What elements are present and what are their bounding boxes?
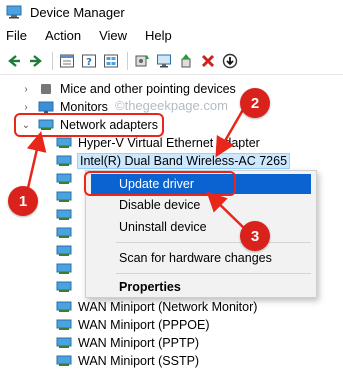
menu-bar: File Action View Help xyxy=(0,25,343,47)
network-adapter-icon xyxy=(56,263,72,274)
svg-text:?: ? xyxy=(86,57,92,68)
tree-item-label: WAN Miniport (Network Monitor) xyxy=(78,300,258,314)
tree-item-label: Mice and other pointing devices xyxy=(60,82,236,96)
network-adapter-icon xyxy=(56,227,72,238)
tree-item-adapter[interactable]: WAN Miniport (Network Monitor) xyxy=(56,298,257,316)
menu-action[interactable]: Action xyxy=(36,25,90,47)
network-adapter-icon xyxy=(56,173,72,184)
menu-separator xyxy=(116,242,311,243)
tree-item-label: WAN Miniport (PPPOE) xyxy=(78,318,210,332)
tree-item-mice[interactable]: › Mice and other pointing devices xyxy=(20,80,236,98)
download-driver-icon[interactable] xyxy=(220,51,240,71)
window-title: Device Manager xyxy=(30,4,125,20)
toolbar-separator xyxy=(52,51,53,70)
menu-separator xyxy=(116,273,311,274)
device-manager-icon xyxy=(6,5,22,19)
tree-item-adapter[interactable]: WAN Miniport (SSTP) xyxy=(56,352,199,370)
uninstall-device-icon[interactable] xyxy=(198,51,218,71)
tree-item-adapter[interactable] xyxy=(56,242,78,260)
uninstall-device-menu-item[interactable]: Uninstall device xyxy=(91,217,311,237)
tree-item-adapter[interactable] xyxy=(56,278,78,296)
watermark: ©thegeekpage.com xyxy=(115,98,228,113)
scan-hardware-menu-item[interactable]: Scan for hardware changes xyxy=(91,248,311,268)
tree-item-label: Intel(R) Dual Band Wireless-AC 7265 xyxy=(76,153,291,169)
network-adapter-icon xyxy=(56,337,72,348)
chevron-right-icon[interactable]: › xyxy=(20,84,32,95)
step-2-badge: 2 xyxy=(240,88,270,118)
enable-device-icon[interactable] xyxy=(176,51,196,71)
show-hidden-icon[interactable] xyxy=(101,51,121,71)
properties-icon[interactable] xyxy=(57,51,77,71)
update-driver-highlight xyxy=(84,171,236,196)
network-adapter-icon xyxy=(56,155,72,166)
tree-item-label: WAN Miniport (SSTP) xyxy=(78,354,200,368)
network-adapter-icon xyxy=(56,355,72,366)
tree-item-adapter[interactable] xyxy=(56,188,78,206)
menu-view[interactable]: View xyxy=(90,25,136,47)
tree-item-label: Hyper-V Virtual Ethernet Adapter xyxy=(78,136,260,150)
step-1-badge: 1 xyxy=(8,186,38,216)
monitor-icon xyxy=(38,101,54,113)
network-adapters-highlight xyxy=(14,113,164,137)
menu-file[interactable]: File xyxy=(0,25,36,47)
network-adapter-icon xyxy=(56,191,72,202)
update-driver-icon[interactable] xyxy=(132,51,152,71)
chevron-right-icon[interactable]: › xyxy=(20,102,32,113)
toolbar: ? xyxy=(0,47,343,75)
tree-item-adapter[interactable] xyxy=(56,260,78,278)
network-adapter-icon xyxy=(56,281,72,292)
network-adapter-icon xyxy=(56,137,72,148)
tree-item-adapter[interactable] xyxy=(56,170,78,188)
tree-item-adapter[interactable]: WAN Miniport (PPTP) xyxy=(56,334,199,352)
menu-help[interactable]: Help xyxy=(136,25,181,47)
forward-icon[interactable] xyxy=(26,51,46,71)
scan-hardware-icon[interactable] xyxy=(154,51,174,71)
network-adapter-icon xyxy=(56,245,72,256)
properties-menu-item[interactable]: Properties xyxy=(91,277,311,297)
tree-item-label: WAN Miniport (PPTP) xyxy=(78,336,200,350)
network-adapter-icon xyxy=(56,301,72,312)
tree-item-adapter[interactable] xyxy=(56,224,78,242)
network-adapter-icon xyxy=(56,319,72,330)
disable-device-menu-item[interactable]: Disable device xyxy=(91,195,311,215)
title-bar: Device Manager xyxy=(0,0,343,24)
back-icon[interactable] xyxy=(4,51,24,71)
tree-item-adapter[interactable] xyxy=(56,206,78,224)
network-adapter-icon xyxy=(56,209,72,220)
help-icon[interactable]: ? xyxy=(79,51,99,71)
tree-item-label: Monitors xyxy=(60,100,108,114)
step-3-badge: 3 xyxy=(240,221,270,251)
tree-item-adapter-selected[interactable]: Intel(R) Dual Band Wireless-AC 7265 xyxy=(56,152,291,170)
mouse-icon xyxy=(41,84,51,94)
tree-item-adapter[interactable]: WAN Miniport (PPPOE) xyxy=(56,316,210,334)
toolbar-separator xyxy=(127,51,128,70)
